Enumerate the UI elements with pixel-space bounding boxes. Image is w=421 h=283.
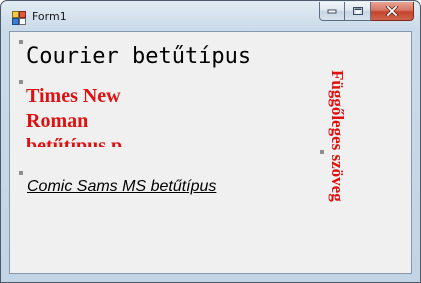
maximize-button[interactable]: [345, 2, 371, 21]
comic-font-label: Comic Sams MS betűtípus: [27, 178, 217, 195]
minimize-button[interactable]: [319, 2, 345, 21]
title-bar[interactable]: Form1: [1, 1, 420, 31]
form1-window: Form1 Courier betűtípus Times New Roman …: [0, 0, 421, 283]
window-title: Form1: [32, 10, 67, 23]
close-button[interactable]: [371, 2, 414, 21]
minimize-icon: [327, 9, 337, 14]
vertical-text-label: Függőleges szöveg: [328, 70, 347, 202]
times-label-handle: [19, 80, 23, 84]
close-icon: [386, 6, 398, 16]
maximize-icon: [352, 7, 363, 15]
times-font-label: Times New Roman betűtípus p: [26, 85, 123, 147]
comic-label-handle: [19, 171, 23, 175]
vertical-label-handle: [320, 150, 324, 154]
app-icon[interactable]: [12, 10, 26, 25]
courier-label-handle: [19, 40, 23, 44]
caption-buttons: [319, 2, 414, 22]
courier-font-label: Courier betűtípus: [26, 44, 252, 69]
form-client-area: Courier betűtípus Times New Roman betűtí…: [9, 31, 412, 274]
